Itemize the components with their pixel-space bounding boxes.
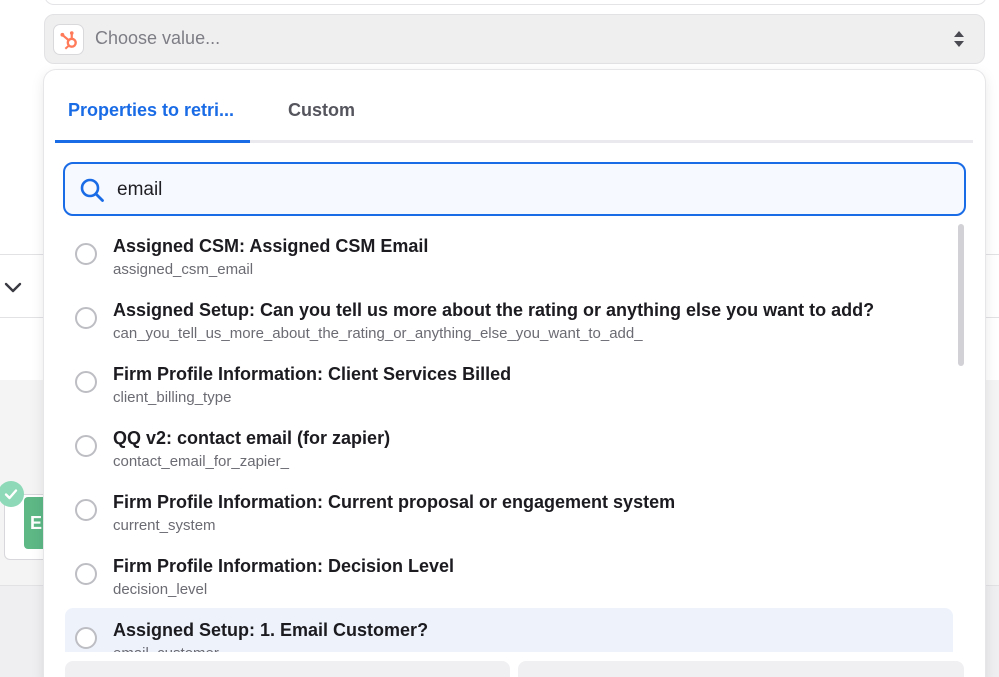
options-list[interactable]: Assigned CSM: Assigned CSM Email assigne… bbox=[65, 224, 953, 652]
radio-button[interactable] bbox=[75, 243, 97, 265]
option-label: Assigned Setup: Can you tell us more abo… bbox=[113, 300, 875, 320]
option-key: assigned_csm_email bbox=[113, 261, 254, 278]
footer-button-right[interactable] bbox=[518, 661, 964, 677]
list-item[interactable]: Firm Profile Information: Client Service… bbox=[65, 352, 953, 416]
option-key: can_you_tell_us_more_about_the_rating_or… bbox=[113, 325, 643, 342]
list-item[interactable]: QQ v2: contact email (for zapier) contac… bbox=[65, 416, 953, 480]
select-placeholder: Choose value... bbox=[95, 28, 221, 48]
list-item[interactable]: Firm Profile Information: Current propos… bbox=[65, 480, 953, 544]
radio-button[interactable] bbox=[75, 435, 97, 457]
option-key: email_customer bbox=[113, 645, 219, 652]
radio-button[interactable] bbox=[75, 563, 97, 585]
radio-button[interactable] bbox=[75, 627, 97, 649]
option-label: Firm Profile Information: Client Service… bbox=[113, 364, 512, 384]
chevron-down-icon[interactable] bbox=[4, 278, 22, 296]
value-select[interactable]: Choose value... bbox=[44, 14, 985, 64]
option-key: current_system bbox=[113, 517, 216, 534]
active-tab-indicator bbox=[55, 140, 250, 143]
list-item[interactable]: Assigned CSM: Assigned CSM Email assigne… bbox=[65, 224, 953, 288]
select-arrows-icon[interactable] bbox=[952, 28, 966, 50]
option-key: contact_email_for_zapier_ bbox=[113, 453, 289, 470]
option-label: Assigned Setup: 1. Email Customer? bbox=[113, 620, 429, 640]
radio-button[interactable] bbox=[75, 371, 97, 393]
hubspot-icon bbox=[53, 24, 84, 55]
option-label: Firm Profile Information: Current propos… bbox=[113, 492, 676, 512]
search-box[interactable] bbox=[63, 162, 966, 216]
tab-properties[interactable]: Properties to retri... bbox=[68, 100, 234, 121]
option-key: client_billing_type bbox=[113, 389, 232, 406]
tab-custom[interactable]: Custom bbox=[288, 100, 355, 121]
list-item[interactable]: Firm Profile Information: Decision Level… bbox=[65, 544, 953, 608]
search-input[interactable] bbox=[115, 175, 939, 205]
option-label: QQ v2: contact email (for zapier) bbox=[113, 428, 391, 448]
footer-button-left[interactable] bbox=[65, 661, 510, 677]
option-label: Assigned CSM: Assigned CSM Email bbox=[113, 236, 429, 256]
dropdown-panel: Properties to retri... Custom Assigned C… bbox=[44, 70, 985, 677]
scrollbar[interactable] bbox=[958, 224, 964, 366]
background-card-edge bbox=[44, 0, 987, 5]
radio-button[interactable] bbox=[75, 307, 97, 329]
page: E Choose value... Properties to retri...… bbox=[0, 0, 999, 677]
tab-bar: Properties to retri... Custom bbox=[55, 70, 973, 144]
option-label: Firm Profile Information: Decision Level bbox=[113, 556, 455, 576]
radio-button[interactable] bbox=[75, 499, 97, 521]
search-icon bbox=[80, 178, 104, 202]
list-item[interactable]: Assigned Setup: Can you tell us more abo… bbox=[65, 288, 953, 352]
option-key: decision_level bbox=[113, 581, 208, 598]
list-item[interactable]: Assigned Setup: 1. Email Customer? email… bbox=[65, 608, 953, 652]
